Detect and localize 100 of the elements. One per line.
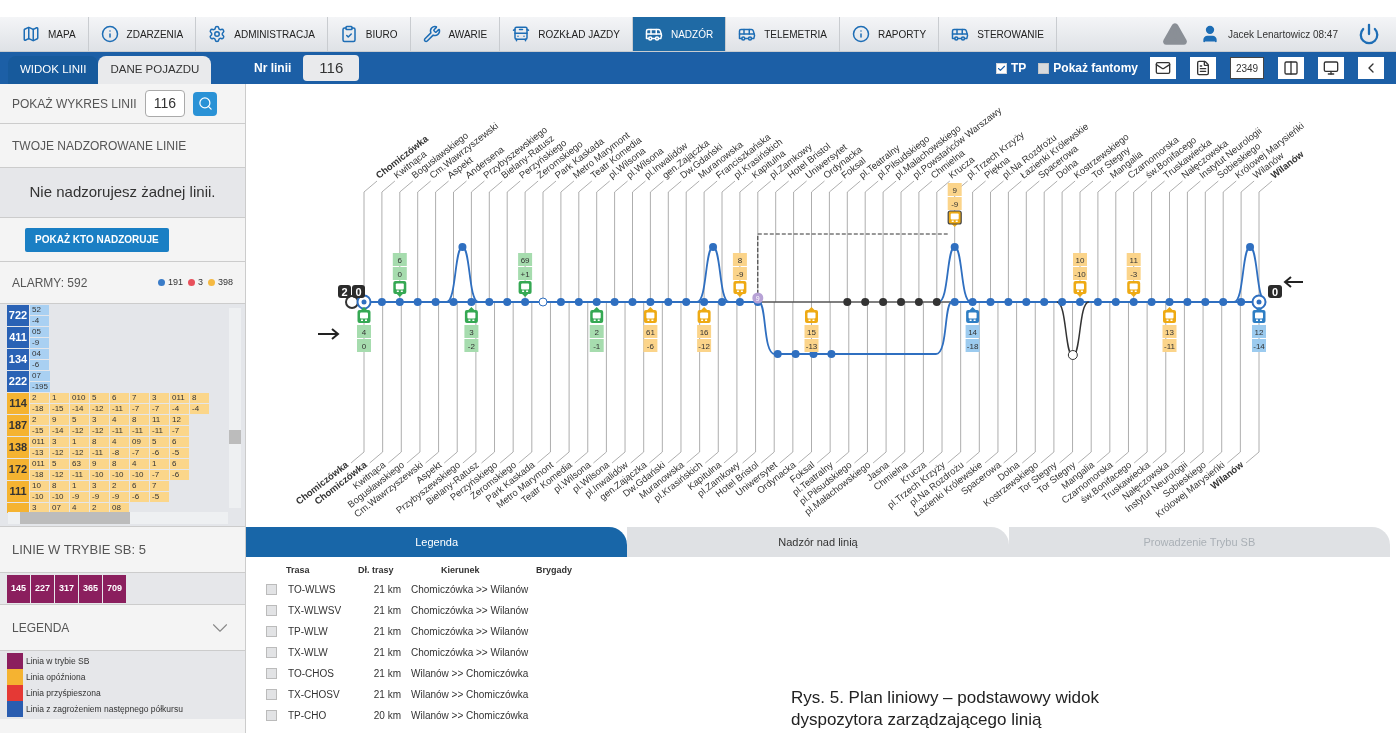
alarm-value: 010 xyxy=(70,393,89,403)
line-badge[interactable]: 227 xyxy=(31,574,54,603)
line-input[interactable]: 116 xyxy=(144,90,186,117)
alarm-value: 3 xyxy=(50,437,69,447)
legend-label: Linia z zagrożeniem następnego półkursu xyxy=(26,702,183,716)
alarm-value: -195 xyxy=(30,382,50,392)
line-number-field: 116 xyxy=(303,54,360,82)
alarm-count: 191 xyxy=(167,275,183,289)
alarm-value: -6 xyxy=(150,448,169,458)
alarm-value: -10 xyxy=(50,492,69,502)
line-badge: 222 xyxy=(7,371,29,392)
alarm-value: 6 xyxy=(110,393,129,403)
vehicle-deviation: -13 xyxy=(804,339,819,352)
vehicle-deviation: -11 xyxy=(1162,339,1177,352)
alarm-value: 3 xyxy=(90,481,109,491)
alarm-value: 011 xyxy=(170,393,189,403)
vehicle-deviation: -10 xyxy=(1073,267,1087,280)
alarm-value: 1 xyxy=(70,437,89,447)
alarm-value: 8 xyxy=(90,437,109,447)
alarm-value: -10 xyxy=(90,470,109,480)
legend-label: Linia opóźniona xyxy=(26,670,86,684)
alarm-value: 04 xyxy=(30,349,49,359)
alarm-value: 63 xyxy=(70,459,89,469)
alarm-value: 8 xyxy=(110,459,129,469)
alarm-value: -7 xyxy=(150,404,169,414)
terminal-count: 0 xyxy=(352,285,365,298)
alarm-value: -14 xyxy=(70,404,89,414)
vehicle-deviation: -6 xyxy=(643,339,658,352)
checkbox-label: Pokaż fantomy xyxy=(1053,60,1138,77)
alarm-value: -9 xyxy=(90,492,109,502)
empty-message: Nie nadzorujesz żadnej linii. xyxy=(29,182,216,203)
line-badge: 134 xyxy=(7,349,29,370)
alarm-count: 398 xyxy=(217,275,233,289)
table-cell-text: Wilanów >> Chomiczówka xyxy=(410,688,530,702)
nav-tab[interactable]: AWARIE xyxy=(410,17,501,51)
alarms-title: ALARMY: 592 xyxy=(12,274,88,292)
alarm-value: 2 xyxy=(110,481,129,491)
nav-tab[interactable]: ROZKŁAD JAZDY xyxy=(500,17,633,51)
vehicle-number: 2 xyxy=(589,325,604,338)
column-header: Dł. trasy xyxy=(357,564,395,578)
alarm-value: 7 xyxy=(150,481,169,491)
alarm-value: 9 xyxy=(90,459,109,469)
vehicle-number: 8 xyxy=(732,253,747,266)
alarm-value: 3 xyxy=(90,415,109,425)
legend-label: Linia przyśpieszona xyxy=(26,686,101,700)
line-badge[interactable]: 365 xyxy=(79,574,102,603)
vehicle-number: 15 xyxy=(804,325,819,338)
nav-tab[interactable]: RAPORTY xyxy=(839,17,940,51)
table-cell-text: 21 km xyxy=(372,625,401,639)
column-header: Brygady xyxy=(536,564,573,578)
nav-tab[interactable]: ADMINISTRACJA xyxy=(196,17,328,51)
line-badge: 172 xyxy=(7,459,29,480)
table-cell-text: TX-CHOSV xyxy=(288,688,341,702)
line-badge[interactable]: 145 xyxy=(7,574,30,603)
alarm-value: 1 xyxy=(70,481,89,491)
nav-tab[interactable]: TELEMETRIA xyxy=(726,17,840,51)
show-supervisors-button[interactable]: POKAŻ KTO NADZORUJE xyxy=(25,227,169,252)
alarm-value: -15 xyxy=(30,426,49,436)
nav-tab[interactable]: ZDARZENIA xyxy=(88,17,197,51)
nav-tab[interactable]: NADZÓR xyxy=(632,17,727,51)
tab[interactable]: DANE POJAZDU xyxy=(98,56,212,84)
nav-tab[interactable]: BIURO xyxy=(327,17,411,51)
alarm-value: -11 xyxy=(90,448,109,458)
line-badge[interactable]: 317 xyxy=(55,574,78,603)
table-cell-text: TP-CHO xyxy=(288,709,328,723)
tab[interactable]: Nadzór nad linią xyxy=(627,527,1009,557)
vehicle-deviation: +1 xyxy=(518,267,533,280)
tab[interactable]: Legenda xyxy=(246,527,628,557)
alarm-value: 11 xyxy=(150,415,169,425)
vehicle-deviation: -2 xyxy=(464,339,479,352)
table-cell-text: 21 km xyxy=(372,583,401,597)
table-cell-text: 21 km xyxy=(372,604,401,618)
chart-label: POKAŻ WYKRES LINII xyxy=(12,95,137,113)
alarm-value: 2 xyxy=(30,415,49,425)
section-title: LINIE W TRYBIE SB: 5 xyxy=(12,540,146,559)
line-badge[interactable]: 709 xyxy=(103,574,126,603)
alarm-value: 2 xyxy=(30,393,49,403)
terminal-count: 2 xyxy=(338,285,351,298)
vehicle-number: 61 xyxy=(643,325,658,338)
line-badge: 722 xyxy=(7,305,29,326)
line-badge: 138 xyxy=(7,437,29,458)
vehicle-deviation: -12 xyxy=(697,339,712,352)
alarm-value: -6 xyxy=(30,360,49,370)
alarm-value: 6 xyxy=(130,481,149,491)
nav-tab[interactable]: MAPA xyxy=(10,17,89,51)
counter-button[interactable]: 2349 xyxy=(1230,57,1264,79)
alarm-value: -8 xyxy=(110,448,129,458)
alarm-value: -11 xyxy=(70,470,89,480)
alarm-value: -6 xyxy=(170,470,189,480)
alarm-value: -12 xyxy=(90,426,109,436)
vehicle-number: 13 xyxy=(1162,325,1177,338)
nav-tab[interactable]: STEROWANIE xyxy=(939,17,1057,51)
tab[interactable]: WIDOK LINII xyxy=(8,56,99,84)
alarm-value: 011 xyxy=(30,459,49,469)
table-cell-text: TX-WLWSV xyxy=(288,604,343,618)
alarm-value: 011 xyxy=(30,437,49,447)
alarm-value: 5 xyxy=(150,437,169,447)
figure-caption: Rys. 5. Plan liniowy – podstawowy widok dyspozytora zarządzającego linią xyxy=(791,687,1101,731)
alarm-value: -5 xyxy=(170,448,189,458)
alarm-value: -11 xyxy=(110,404,129,414)
